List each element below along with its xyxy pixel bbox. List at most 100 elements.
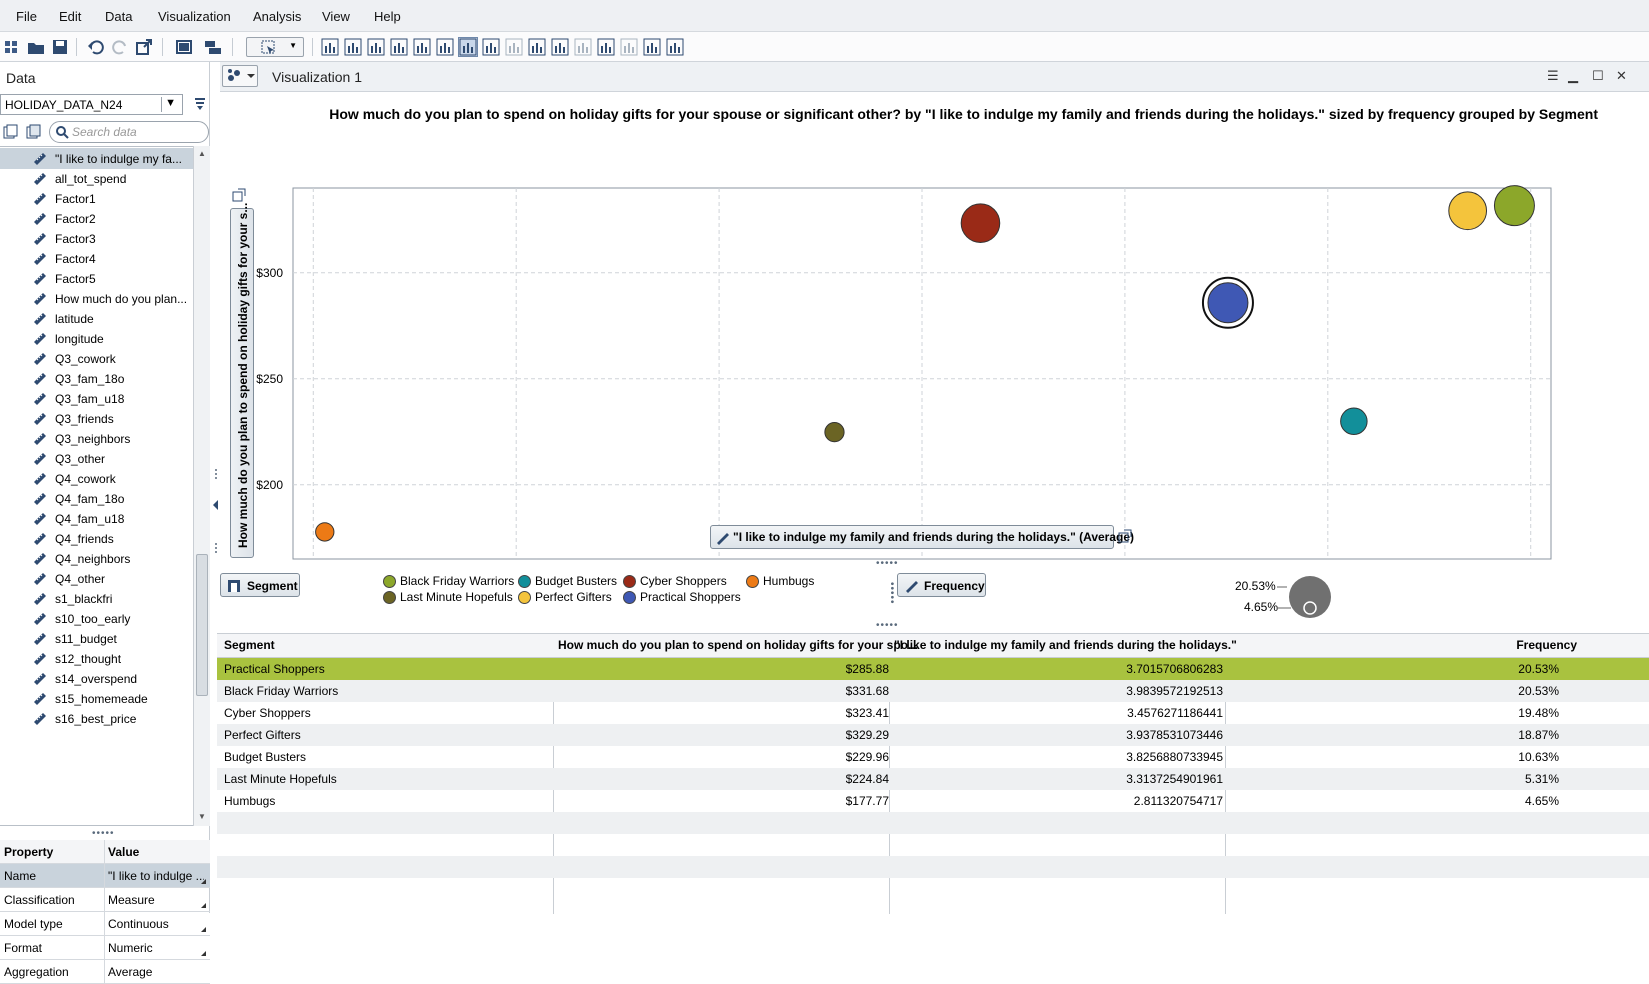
variable-item[interactable]: Factor4	[0, 248, 193, 269]
axis-options-icon[interactable]	[1118, 529, 1132, 543]
table-row[interactable]	[217, 856, 1649, 878]
variable-item[interactable]: Q3_fam_18o	[0, 368, 193, 389]
bubble-budget-busters[interactable]	[1340, 407, 1368, 436]
open-folder-icon[interactable]	[26, 37, 46, 57]
box-plot-icon[interactable]	[527, 37, 547, 57]
property-value[interactable]: Average	[108, 965, 204, 979]
maximize-icon[interactable]: ☐	[1592, 68, 1604, 84]
search-data-input[interactable]: Search data	[49, 121, 209, 143]
data-menu-icon[interactable]	[193, 95, 207, 113]
variable-item[interactable]: s14_overspend	[0, 668, 193, 689]
splitter[interactable]: •••••	[886, 582, 897, 605]
menu-file[interactable]: File	[16, 9, 37, 24]
menu-analysis[interactable]: Analysis	[253, 9, 301, 24]
menu-data[interactable]: Data	[105, 9, 132, 24]
property-row-format[interactable]: Format Numeric	[0, 936, 210, 960]
table-row[interactable]: Perfect Gifters $329.29 3.9378531073446 18.…	[217, 724, 1649, 746]
variable-item[interactable]: s10_too_early	[0, 608, 193, 629]
variable-item[interactable]: Q4_fam_u18	[0, 508, 193, 529]
variable-item[interactable]: Q3_friends	[0, 408, 193, 429]
export-icon[interactable]	[134, 37, 154, 57]
close-icon[interactable]: ✕	[1616, 68, 1627, 84]
variable-item[interactable]: s11_budget	[0, 628, 193, 649]
line-icon[interactable]	[619, 37, 639, 57]
column-header[interactable]: "I like to indulge my family and friends…	[894, 638, 1237, 652]
network-icon[interactable]	[481, 37, 501, 57]
text-icon[interactable]	[665, 37, 685, 57]
property-row-name[interactable]: Name "I like to indulge ...	[0, 864, 210, 888]
collapse-panel-handle[interactable]	[212, 460, 220, 560]
scatter-plot-icon[interactable]	[435, 37, 455, 57]
geo-map-icon[interactable]	[573, 37, 593, 57]
crosstab-icon[interactable]	[366, 37, 386, 57]
x-axis-role-button[interactable]: "I like to indulge my family and friends…	[710, 525, 1134, 549]
variable-item[interactable]: Q4_cowork	[0, 468, 193, 489]
column-header[interactable]: Frequency	[1516, 638, 1577, 652]
table-row[interactable]: Practical Shoppers $285.88 3.7015706806283…	[217, 658, 1649, 680]
variable-item[interactable]: Q4_other	[0, 568, 193, 589]
cascade-view-icon[interactable]	[203, 37, 223, 57]
variable-item[interactable]: all_tot_spend	[0, 168, 193, 189]
bubble-perfect-gifters[interactable]	[1448, 191, 1488, 231]
property-value[interactable]: "I like to indulge ...	[108, 869, 204, 883]
menu-edit[interactable]: Edit	[59, 9, 81, 24]
property-row-model-type[interactable]: Model type Continuous	[0, 912, 210, 936]
bubble-practical-shoppers[interactable]	[1207, 282, 1249, 324]
minimize-icon[interactable]: ▁	[1568, 68, 1578, 84]
decision-tree-icon[interactable]	[642, 37, 662, 57]
viz-menu-icon[interactable]: ☰	[1547, 68, 1559, 84]
variable-item[interactable]: Factor1	[0, 188, 193, 209]
scroll-up-icon[interactable]: ▲	[196, 148, 208, 160]
table-row[interactable]: Budget Busters $229.96 3.8256880733945 10.6…	[217, 746, 1649, 768]
variable-item[interactable]: Factor2	[0, 208, 193, 229]
bubble-humbugs[interactable]	[315, 522, 335, 542]
scrollbar-thumb[interactable]	[196, 554, 208, 696]
variable-item[interactable]: Factor3	[0, 228, 193, 249]
variable-item[interactable]: Q3_cowork	[0, 348, 193, 369]
variable-item[interactable]: Q4_neighbors	[0, 548, 193, 569]
table-row[interactable]: Humbugs $177.77 2.811320754717 4.65%	[217, 790, 1649, 812]
bar-chart-icon[interactable]	[320, 37, 340, 57]
variable-item[interactable]: s16_best_price	[0, 708, 193, 729]
new-data-item-icon[interactable]	[3, 124, 19, 140]
variable-item[interactable]: longitude	[0, 328, 193, 349]
variable-item[interactable]: How much do you plan...	[0, 288, 193, 309]
splitter[interactable]: •••••	[876, 558, 899, 569]
variable-item[interactable]: latitude	[0, 308, 193, 329]
bubble-cyber-shoppers[interactable]	[960, 203, 1001, 243]
table-row[interactable]: Black Friday Warriors $331.68 3.9839572192…	[217, 680, 1649, 702]
property-value[interactable]: Continuous	[108, 917, 204, 931]
bubble-last-minute-hopefuls[interactable]	[824, 422, 845, 443]
table-row[interactable]	[217, 812, 1649, 834]
heat-map-icon[interactable]	[550, 37, 570, 57]
panel-splitter[interactable]: •••••	[92, 828, 115, 839]
property-value[interactable]: Measure	[108, 893, 204, 907]
undo-icon[interactable]	[86, 37, 106, 57]
correlation-icon[interactable]	[504, 37, 524, 57]
variable-item[interactable]: s12_thought	[0, 648, 193, 669]
variable-item[interactable]: Q4_friends	[0, 528, 193, 549]
property-row-classification[interactable]: Classification Measure	[0, 888, 210, 912]
menu-visualization[interactable]: Visualization	[158, 9, 231, 24]
single-view-icon[interactable]	[174, 37, 194, 57]
variable-item[interactable]: Q3_neighbors	[0, 428, 193, 449]
selection-mode-dropdown[interactable]: ▼	[246, 37, 304, 57]
variable-item[interactable]: Factor5	[0, 268, 193, 289]
line-chart-icon[interactable]	[412, 37, 432, 57]
variable-item[interactable]: Q3_other	[0, 448, 193, 469]
frequency-role-button[interactable]: Frequency	[897, 573, 986, 597]
treemap-icon[interactable]	[596, 37, 616, 57]
variable-item[interactable]: "I like to indulge my fa...	[0, 148, 193, 169]
bubble-plot-icon[interactable]	[458, 37, 478, 57]
variable-item[interactable]: s1_blackfri	[0, 588, 193, 609]
menu-help[interactable]: Help	[374, 9, 401, 24]
menu-view[interactable]: View	[322, 9, 350, 24]
save-icon[interactable]	[50, 37, 70, 57]
variable-list-scrollbar[interactable]: ▲ ▼	[193, 146, 210, 826]
duplicate-data-item-icon[interactable]	[26, 124, 42, 140]
dataset-select[interactable]: HOLIDAY_DATA_N24 ▼	[0, 94, 183, 115]
table-row[interactable]: Cyber Shoppers $323.41 3.4576271186441 19.4…	[217, 702, 1649, 724]
variable-item[interactable]: Q4_fam_18o	[0, 488, 193, 509]
bubble-black-friday-warriors[interactable]	[1493, 185, 1535, 227]
variable-item[interactable]: s15_homemeade	[0, 688, 193, 709]
